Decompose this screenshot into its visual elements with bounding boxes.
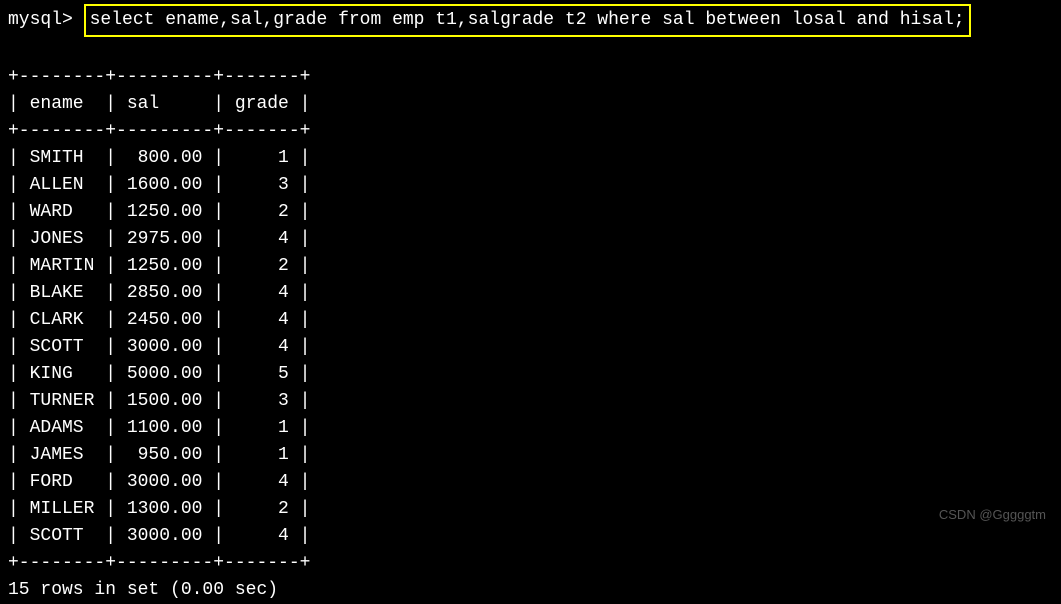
command-line[interactable]: mysql> select ename,sal,grade from emp t… (8, 4, 1053, 37)
watermark-text: CSDN @Gggggtm (939, 505, 1046, 525)
table-row: | MARTIN | 1250.00 | 2 | (8, 256, 310, 276)
table-row: | WARD | 1250.00 | 2 | (8, 202, 310, 222)
table-row: | ALLEN | 1600.00 | 3 | (8, 175, 310, 195)
table-row: | SMITH | 800.00 | 1 | (8, 148, 310, 168)
sql-query-highlight: select ename,sal,grade from emp t1,salgr… (84, 4, 971, 37)
table-header: | ename | sal | grade | (8, 94, 310, 114)
table-row: | SCOTT | 3000.00 | 4 | (8, 337, 310, 357)
status-line: 15 rows in set (0.00 sec) (8, 580, 278, 600)
table-row: | TURNER | 1500.00 | 3 | (8, 391, 310, 411)
table-row: | BLAKE | 2850.00 | 4 | (8, 283, 310, 303)
table-border-top: +--------+---------+-------+ (8, 67, 310, 87)
table-row: | FORD | 3000.00 | 4 | (8, 472, 310, 492)
table-row: | ADAMS | 1100.00 | 1 | (8, 418, 310, 438)
table-row: | JONES | 2975.00 | 4 | (8, 229, 310, 249)
table-row: | MILLER | 1300.00 | 2 | (8, 499, 310, 519)
table-row: | JAMES | 950.00 | 1 | (8, 445, 310, 465)
table-row: | SCOTT | 3000.00 | 4 | (8, 526, 310, 546)
table-border-bottom: +--------+---------+-------+ (8, 553, 310, 573)
table-border-mid: +--------+---------+-------+ (8, 121, 310, 141)
result-table: +--------+---------+-------+ | ename | s… (8, 37, 1053, 604)
table-row: | CLARK | 2450.00 | 4 | (8, 310, 310, 330)
table-row: | KING | 5000.00 | 5 | (8, 364, 310, 384)
mysql-prompt: mysql> (8, 7, 84, 34)
